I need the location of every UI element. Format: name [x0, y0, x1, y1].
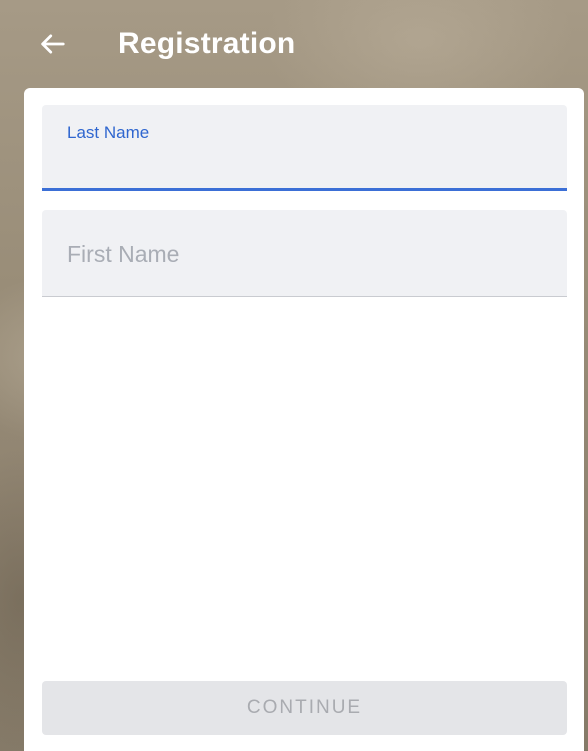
first-name-field[interactable]: [42, 210, 567, 297]
arrow-left-icon: [41, 34, 65, 54]
first-name-input[interactable]: [67, 236, 537, 272]
top-app-bar: Registration: [0, 0, 588, 90]
continue-button[interactable]: CONTINUE: [42, 681, 567, 735]
registration-form-card: Last Name CONTINUE: [24, 88, 584, 751]
back-button[interactable]: [30, 22, 74, 66]
last-name-input[interactable]: [67, 147, 537, 177]
registration-screen: Registration Last Name CONTINUE: [0, 0, 588, 751]
last-name-label: Last Name: [67, 123, 150, 142]
last-name-field[interactable]: Last Name: [42, 105, 567, 191]
page-title: Registration: [118, 27, 296, 60]
